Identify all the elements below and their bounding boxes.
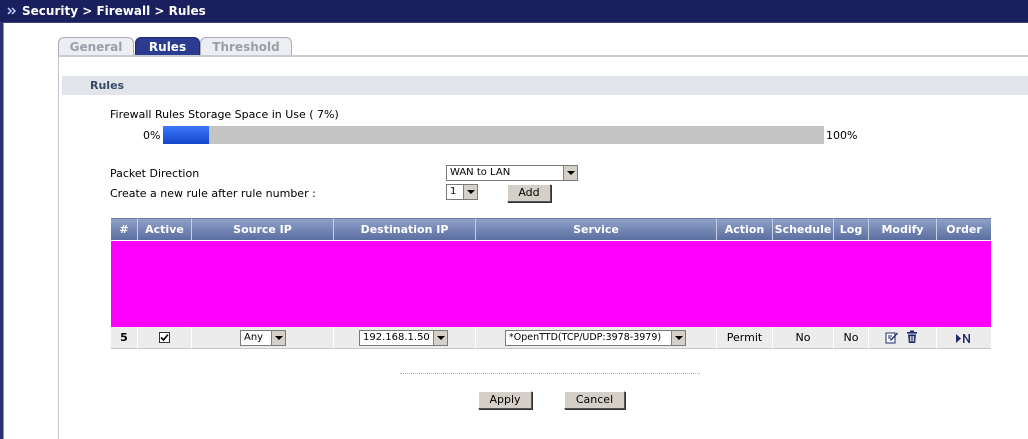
separator <box>400 373 700 374</box>
trash-icon[interactable] <box>906 330 918 344</box>
chevron-down-icon <box>563 166 577 180</box>
tab-threshold[interactable]: Threshold <box>200 37 292 57</box>
rule-number-value: 1 <box>450 186 457 197</box>
table-row: 5 Any 192.168.1.50 *OpenTTD(TCP/UDP:3978… <box>111 327 991 349</box>
cancel-button[interactable]: Cancel <box>564 391 625 409</box>
service-value: *OpenTTD(TCP/UDP:3978-3979) <box>509 332 662 343</box>
packet-direction-value: WAN to LAN <box>450 167 511 178</box>
breadcrumb: Security > Firewall > Rules <box>22 4 206 18</box>
column-header-schedule: Schedule <box>773 218 834 240</box>
storage-progress-bar <box>163 126 824 144</box>
storage-min-label: 0% <box>143 129 161 142</box>
apply-button[interactable]: Apply <box>478 391 532 409</box>
modify-cell <box>869 327 937 349</box>
destination-ip-cell: 192.168.1.50 <box>334 327 476 349</box>
chevron-down-icon <box>671 331 685 345</box>
rules-table: # Active Source IP Destination IP Servic… <box>111 218 991 350</box>
column-header-source-ip: Source IP <box>192 218 334 240</box>
section-title: Rules <box>90 79 125 92</box>
service-select[interactable]: *OpenTTD(TCP/UDP:3978-3979) <box>505 330 686 346</box>
storage-progress-fill <box>163 126 210 144</box>
action-cell: Permit <box>717 327 773 349</box>
column-header-active: Active <box>138 218 192 240</box>
packet-direction-label: Packet Direction <box>110 167 200 180</box>
chevron-down-icon <box>271 331 285 345</box>
rule-number: 5 <box>111 327 138 349</box>
column-header-number: # <box>111 218 138 240</box>
left-divider <box>3 23 4 439</box>
active-checkbox[interactable] <box>159 332 170 343</box>
source-ip-select[interactable]: Any <box>240 330 286 346</box>
chevron-down-icon <box>433 331 447 345</box>
service-cell: *OpenTTD(TCP/UDP:3978-3979) <box>476 327 717 349</box>
edit-icon[interactable] <box>885 331 899 344</box>
arrow-bullet-icon <box>7 7 17 15</box>
section-header: Rules <box>62 76 1028 95</box>
destination-ip-select[interactable]: 192.168.1.50 <box>359 330 448 346</box>
column-header-service: Service <box>476 218 717 240</box>
source-ip-cell: Any <box>192 327 334 349</box>
checkmark-icon <box>160 333 169 342</box>
destination-ip-value: 192.168.1.50 <box>363 332 430 343</box>
log-cell: No <box>834 327 869 349</box>
move-rule-icon[interactable] <box>956 333 972 344</box>
source-ip-value: Any <box>244 332 264 343</box>
tab-rules[interactable]: Rules <box>135 37 200 57</box>
packet-direction-select[interactable]: WAN to LAN <box>446 165 578 181</box>
title-bar: Security > Firewall > Rules <box>0 0 1028 23</box>
column-header-order: Order <box>937 218 991 240</box>
active-cell <box>138 327 192 349</box>
add-rule-button[interactable]: Add <box>507 184 551 202</box>
order-cell <box>937 327 991 349</box>
schedule-cell: No <box>773 327 834 349</box>
storage-label: Firewall Rules Storage Space in Use ( 7%… <box>110 108 339 121</box>
rule-number-select[interactable]: 1 <box>446 184 478 200</box>
column-header-action: Action <box>717 218 773 240</box>
column-header-log: Log <box>834 218 869 240</box>
storage-max-label: 100% <box>826 129 858 142</box>
new-rule-label: Create a new rule after rule number : <box>110 187 316 200</box>
column-header-destination-ip: Destination IP <box>334 218 476 240</box>
tab-general[interactable]: General <box>58 37 134 57</box>
chevron-down-icon <box>463 185 477 199</box>
column-header-modify: Modify <box>869 218 937 240</box>
